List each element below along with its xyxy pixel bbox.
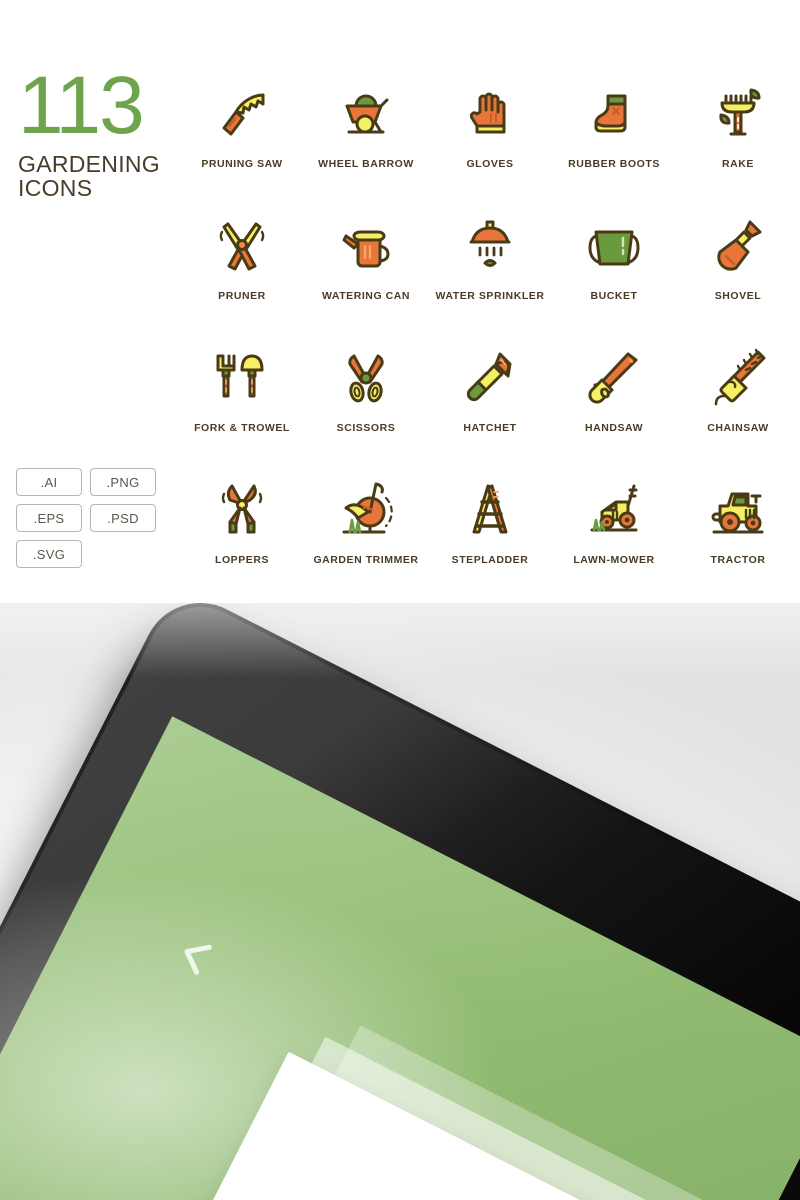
icon-cell-fork-trowel[interactable]: FORK & TROWEL	[180, 336, 304, 468]
shovel-icon	[706, 204, 770, 288]
garden-trimmer-icon	[334, 468, 398, 552]
icon-grid: PRUNING SAW WHEEL BARROW GLOVES RUBBER B…	[180, 72, 800, 600]
icon-label: SCISSORS	[336, 422, 396, 434]
icon-cell-rake[interactable]: RAKE	[676, 72, 800, 204]
icon-label: HANDSAW	[584, 422, 644, 434]
icon-cell-pruner[interactable]: PRUNER	[180, 204, 304, 336]
icon-cell-shovel[interactable]: SHOVEL	[676, 204, 800, 336]
icon-label: WATER SPRINKLER	[435, 290, 545, 302]
device-mockup-photo	[0, 593, 800, 1200]
poster-page: 113 GARDENING ICONS .AI .PNG .EPS .PSD .…	[0, 0, 800, 1200]
format-badge-row: .EPS .PSD	[16, 504, 176, 532]
gloves-icon	[458, 72, 522, 156]
format-badge-svg[interactable]: .SVG	[16, 540, 82, 568]
chainsaw-icon	[706, 336, 770, 420]
icon-cell-lawn-mower[interactable]: LAWN-MOWER	[552, 468, 676, 600]
tractor-icon	[706, 468, 770, 552]
icon-cell-tractor[interactable]: TRACTOR	[676, 468, 800, 600]
format-badge-row: .AI .PNG	[16, 468, 176, 496]
handsaw-icon	[582, 336, 646, 420]
fork-trowel-icon	[210, 336, 274, 420]
bucket-icon	[582, 204, 646, 288]
hatchet-icon	[458, 336, 522, 420]
icon-cell-stepladder[interactable]: STEPLADDER	[428, 468, 552, 600]
icon-label: HATCHET	[463, 422, 517, 434]
icon-cell-handsaw[interactable]: HANDSAW	[552, 336, 676, 468]
format-badge-png[interactable]: .PNG	[90, 468, 156, 496]
brand-subtitle-line1: GARDENING	[18, 151, 160, 178]
wheel-barrow-icon	[334, 72, 398, 156]
icon-cell-bucket[interactable]: BUCKET	[552, 204, 676, 336]
icon-label: PRUNER	[218, 290, 266, 302]
format-badge-eps[interactable]: .EPS	[16, 504, 82, 532]
pruning-saw-icon	[210, 72, 274, 156]
icon-label: LOPPERS	[214, 554, 270, 566]
stepladder-icon	[458, 468, 522, 552]
icon-label: LAWN-MOWER	[573, 554, 655, 566]
format-badge-row: .SVG	[16, 540, 176, 568]
icon-cell-loppers[interactable]: LOPPERS	[180, 468, 304, 600]
format-badge-list: .AI .PNG .EPS .PSD .SVG	[16, 468, 176, 576]
icon-cell-garden-trimmer[interactable]: GARDEN TRIMMER	[304, 468, 428, 600]
watering-can-icon	[334, 204, 398, 288]
rake-icon	[706, 72, 770, 156]
photo-top-seam	[0, 593, 800, 603]
format-badge-psd[interactable]: .PSD	[90, 504, 156, 532]
icon-label: SHOVEL	[714, 290, 762, 302]
icon-cell-watering-can[interactable]: WATERING CAN	[304, 204, 428, 336]
icon-cell-scissors[interactable]: SCISSORS	[304, 336, 428, 468]
lawn-mower-icon	[582, 468, 646, 552]
icon-cell-hatchet[interactable]: HATCHET	[428, 336, 552, 468]
scissors-icon	[334, 336, 398, 420]
loppers-icon	[210, 468, 274, 552]
water-sprinkler-icon	[458, 204, 522, 288]
icon-label: WHEEL BARROW	[318, 158, 414, 170]
icon-label: GARDEN TRIMMER	[313, 554, 419, 566]
rubber-boots-icon	[582, 72, 646, 156]
icon-label: PRUNING SAW	[201, 158, 283, 170]
tablet-device	[0, 593, 800, 1200]
icon-label: TRACTOR	[710, 554, 766, 566]
pruner-icon	[210, 204, 274, 288]
format-badge-ai[interactable]: .AI	[16, 468, 82, 496]
icon-cell-wheel-barrow[interactable]: WHEEL BARROW	[304, 72, 428, 204]
icon-label: CHAINSAW	[707, 422, 769, 434]
icon-label: BUCKET	[590, 290, 638, 302]
icon-cell-gloves[interactable]: GLOVES	[428, 72, 552, 204]
icon-count: 113	[18, 60, 145, 151]
icon-label: RAKE	[722, 158, 754, 170]
icon-cell-water-sprinkler[interactable]: WATER SPRINKLER	[428, 204, 552, 336]
icon-cell-rubber-boots[interactable]: RUBBER BOOTS	[552, 72, 676, 204]
icon-cell-chainsaw[interactable]: CHAINSAW	[676, 336, 800, 468]
icon-preview-panel: 113 GARDENING ICONS .AI .PNG .EPS .PSD .…	[0, 0, 800, 593]
icon-label: FORK & TROWEL	[194, 422, 290, 434]
icon-label: WATERING CAN	[321, 290, 411, 302]
icon-label: STEPLADDER	[451, 554, 529, 566]
icon-cell-pruning-saw[interactable]: PRUNING SAW	[180, 72, 304, 204]
icon-label: RUBBER BOOTS	[568, 158, 660, 170]
brand-subtitle-line2: ICONS	[18, 174, 93, 201]
brand-block: 113 GARDENING ICONS	[18, 60, 188, 201]
icon-label: GLOVES	[466, 158, 514, 170]
brand-subtitle: GARDENING ICONS	[18, 153, 188, 200]
